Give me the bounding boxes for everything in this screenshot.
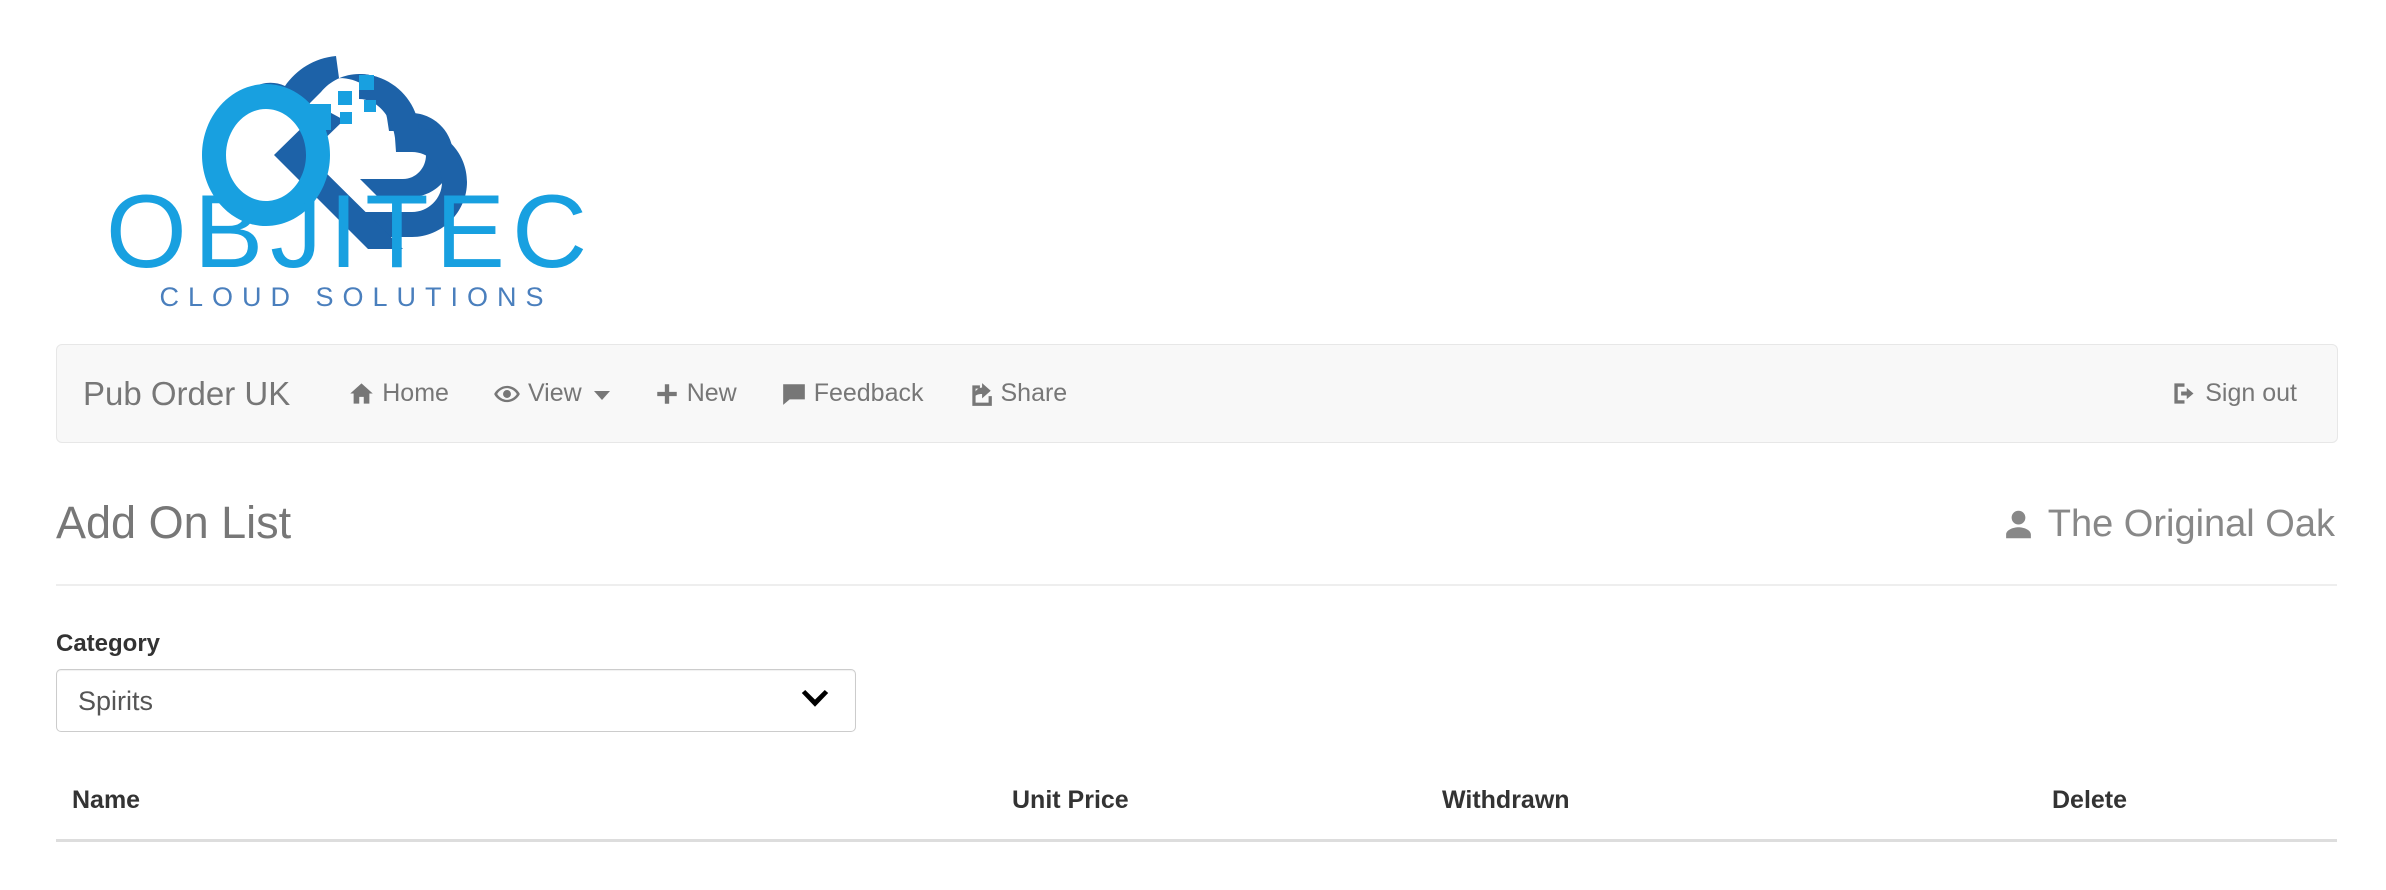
home-icon	[348, 380, 375, 407]
table-head: Name Unit Price Withdrawn Delete	[56, 775, 2337, 842]
page-header: Add On List The Original Oak	[56, 498, 2337, 586]
sign-out-button[interactable]: Sign out	[2149, 344, 2319, 443]
svg-text:OBJITEC: OBJITEC	[106, 174, 594, 290]
category-label: Category	[56, 630, 161, 657]
nav-item-view-label: View	[527, 379, 582, 407]
plus-icon	[654, 381, 680, 407]
nav-item-home-label: Home	[382, 379, 449, 407]
navbar-links: Home View New Feedback Share	[326, 344, 1089, 443]
column-header-withdrawn: Withdrawn	[1426, 775, 2036, 842]
chevron-down-icon	[593, 390, 610, 400]
sign-out-icon	[2171, 380, 2198, 407]
add-on-table: Name Unit Price Withdrawn Delete	[56, 775, 2337, 842]
table-header-row: Name Unit Price Withdrawn Delete	[56, 775, 2337, 842]
nav-item-share[interactable]: Share	[946, 344, 1090, 443]
objitec-logo: OBJITEC CLOUD SOLUTIONS	[78, 12, 623, 322]
nav-item-share-label: Share	[1000, 379, 1068, 407]
comment-icon	[781, 381, 807, 407]
nav-item-view[interactable]: View	[471, 344, 632, 443]
category-select[interactable]: Spirits	[56, 669, 856, 732]
current-account: The Original Oak	[2002, 503, 2337, 546]
svg-text:CLOUD SOLUTIONS: CLOUD SOLUTIONS	[159, 282, 552, 312]
nav-item-new-label: New	[686, 379, 737, 407]
eye-icon	[493, 380, 521, 408]
share-icon	[968, 381, 994, 407]
page-title: Add On List	[56, 497, 292, 548]
navbar-right: Sign out	[2149, 344, 2337, 443]
column-header-unit-price: Unit Price	[996, 775, 1426, 842]
column-header-delete: Delete	[2036, 775, 2337, 842]
account-name: The Original Oak	[2047, 503, 2335, 545]
cloud-logo-icon: OBJITEC CLOUD SOLUTIONS	[106, 56, 594, 312]
sign-out-label: Sign out	[2205, 379, 2297, 407]
add-on-table-wrap: Name Unit Price Withdrawn Delete	[56, 775, 2337, 842]
navbar-brand[interactable]: Pub Order UK	[83, 377, 312, 410]
column-header-name: Name	[56, 775, 996, 842]
user-icon	[2002, 508, 2035, 541]
category-form-group: Category Spirits	[56, 630, 856, 732]
category-select-wrap: Spirits	[56, 669, 856, 732]
nav-item-home[interactable]: Home	[326, 344, 471, 443]
nav-item-feedback-label: Feedback	[813, 379, 924, 407]
main-navbar: Pub Order UK Home View New Feedback Shar…	[56, 344, 2338, 443]
nav-item-feedback[interactable]: Feedback	[759, 344, 946, 443]
nav-item-new[interactable]: New	[632, 344, 759, 443]
